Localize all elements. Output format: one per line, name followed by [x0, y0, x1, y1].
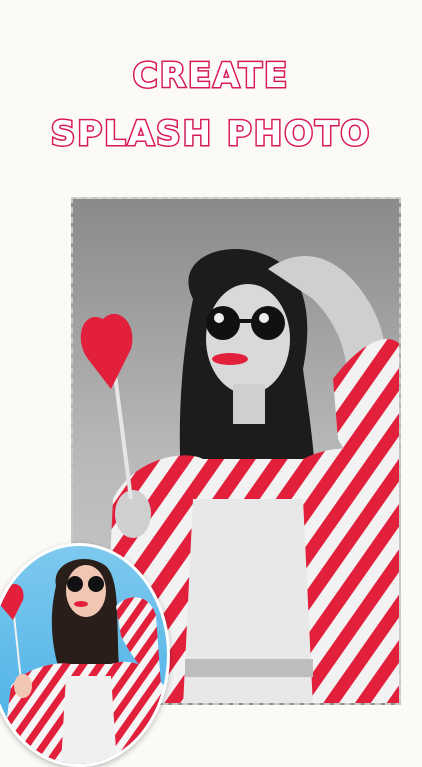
headline-create: CREATE [131, 55, 290, 98]
heart-icon [0, 583, 24, 620]
original-color-preview[interactable] [0, 543, 170, 767]
color-portrait-thumbnail [0, 558, 167, 764]
headline-splash-photo: SPLASH PHOTO [49, 113, 372, 156]
